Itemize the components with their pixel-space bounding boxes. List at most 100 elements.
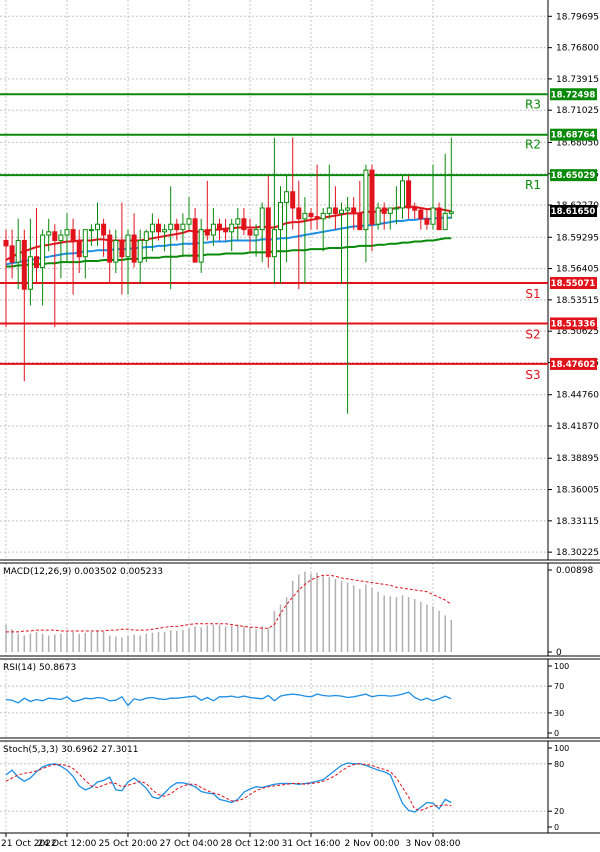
price-tick-label: 18.73915 — [556, 75, 599, 85]
candle-body — [339, 209, 344, 214]
candle-body — [156, 223, 161, 233]
candle-body — [235, 218, 241, 225]
candle-body — [259, 207, 265, 231]
candle-body — [174, 223, 180, 231]
candle-body — [34, 256, 39, 269]
level-price-label: 18.68764 — [551, 131, 596, 141]
candle-body — [204, 229, 210, 236]
candle-body — [393, 207, 399, 210]
candle-body — [302, 212, 308, 220]
level-price-label: 18.51336 — [551, 319, 596, 329]
time-tick-label: 2 Nov 00:00 — [345, 839, 400, 849]
candle-body — [149, 223, 155, 233]
candle-body — [326, 207, 332, 214]
stoch-tick-label: 100 — [554, 744, 569, 753]
candle-body — [332, 207, 338, 214]
candle-body — [82, 229, 88, 258]
price-tick-label: 18.76800 — [556, 44, 599, 54]
candle-body — [229, 223, 235, 233]
rsi-pane-title: RSI(14) 50.8673 — [3, 663, 76, 673]
chart-canvas[interactable]: R3 R2 R1 S1 S2 S3 18.79695 18.76800 18.73915 18.… — [0, 0, 600, 852]
candle-body — [210, 223, 216, 236]
candle-body — [137, 239, 143, 263]
candle-body — [223, 229, 229, 233]
price-tick-label: 18.79695 — [556, 12, 599, 22]
rsi-tick-label: 100 — [554, 662, 569, 671]
candle-body — [265, 207, 271, 258]
time-tick-label: 31 Oct 16:00 — [282, 839, 341, 849]
candle-body — [406, 180, 412, 209]
candle-body — [119, 239, 125, 258]
candle-body — [217, 223, 222, 231]
candle-body — [448, 211, 454, 214]
candle-body — [95, 223, 100, 231]
candle-body — [46, 231, 52, 236]
candle-body — [314, 216, 320, 220]
candle-body — [357, 212, 363, 231]
candle-body — [345, 207, 351, 211]
candle-body — [271, 229, 277, 258]
candle-body — [3, 239, 9, 247]
level-price-label: 18.55071 — [551, 279, 596, 289]
level-name-s1: S1 — [525, 287, 540, 301]
level-name-s2: S2 — [525, 327, 540, 341]
candle-body — [186, 218, 192, 225]
stoch-tick-label: 80 — [554, 760, 564, 769]
price-tick-label: 18.36005 — [556, 486, 599, 496]
rsi-tick-label: 30 — [554, 709, 564, 718]
candle-body — [101, 223, 107, 236]
candle-body — [363, 169, 369, 231]
candle-body — [76, 239, 82, 258]
candle-body — [125, 234, 131, 258]
candle-body — [9, 245, 15, 263]
macd-tick-label: 0 — [556, 648, 562, 658]
level-name-r3: R3 — [525, 97, 541, 111]
time-tick-label: 3 Nov 08:00 — [406, 839, 461, 849]
candle-body — [442, 212, 448, 231]
candle-body — [320, 212, 326, 220]
candle-body — [400, 180, 405, 209]
macd-tick-label: 0.00898 — [556, 566, 593, 576]
candle-body — [52, 231, 58, 241]
price-tick-label: 18.59295 — [556, 233, 599, 243]
level-price-label: 18.47602 — [551, 360, 596, 370]
candle-body — [247, 229, 253, 236]
price-tick-label: 18.41870 — [556, 422, 599, 432]
candle-body — [381, 207, 387, 214]
time-tick-label: 27 Oct 04:00 — [160, 839, 219, 849]
candle-body — [296, 207, 302, 220]
candle-body — [369, 169, 375, 225]
candle-body — [58, 234, 64, 241]
price-tick-label: 18.38895 — [556, 454, 599, 464]
candle-body — [198, 229, 204, 263]
candle-body — [192, 218, 198, 263]
level-price-label: 18.65029 — [551, 171, 596, 181]
candle-body — [107, 234, 113, 263]
time-tick-label: 25 Oct 20:00 — [99, 839, 158, 849]
candle-body — [290, 191, 296, 209]
candle-body — [436, 207, 442, 231]
level-name-r2: R2 — [525, 138, 541, 152]
candle-body — [70, 229, 76, 241]
rsi-tick-label: 0 — [554, 729, 559, 738]
candle-body — [131, 234, 137, 263]
candle-body — [113, 239, 119, 263]
candle-body — [168, 223, 174, 231]
candle-body — [27, 256, 33, 290]
level-price-label: 18.72498 — [551, 90, 596, 100]
candle-body — [418, 209, 424, 220]
candle-body — [387, 207, 393, 214]
level-name-s3: S3 — [525, 368, 540, 382]
price-tick-label: 18.44760 — [556, 391, 599, 401]
stoch-pane-title: Stoch(5,3,3) 30.6962 27.3011 — [3, 745, 138, 755]
candle-body — [241, 218, 247, 231]
candle-body — [143, 231, 149, 241]
candle-body — [40, 234, 46, 269]
candle-body — [430, 207, 436, 225]
candle-body — [253, 229, 259, 236]
forex-chart: R3 R2 R1 S1 S2 S3 18.79695 18.76800 18.73915 18.… — [0, 0, 600, 852]
candle-body — [21, 239, 27, 290]
candle-body — [278, 202, 283, 231]
rsi-tick-label: 70 — [554, 682, 564, 691]
candle-body — [162, 229, 168, 233]
